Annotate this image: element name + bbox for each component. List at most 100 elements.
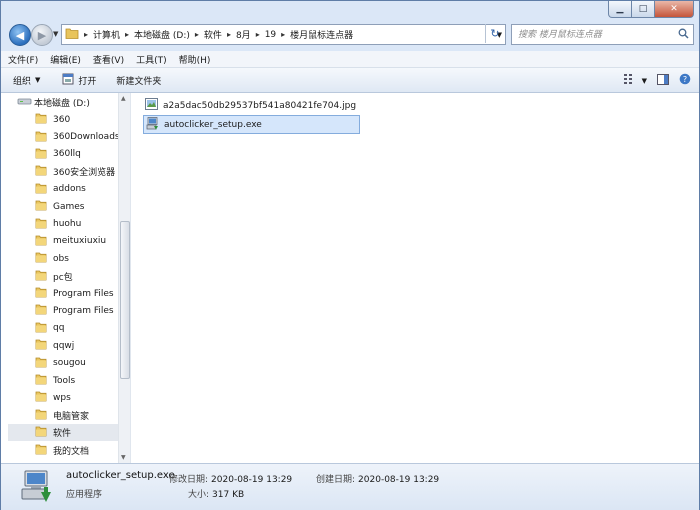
tree-item-label: 360llq <box>53 149 81 160</box>
installer-icon <box>146 116 159 133</box>
folder-icon <box>35 199 47 214</box>
recent-pages-dropdown[interactable]: ▼ <box>53 30 58 38</box>
preview-pane-icon[interactable] <box>657 73 669 88</box>
close-button[interactable]: ✕ <box>655 1 694 18</box>
tree-item-folder[interactable]: 360Downloads <box>8 128 120 145</box>
breadcrumb-item[interactable]: 8月 <box>236 28 251 41</box>
organize-label: 组织 <box>13 76 32 87</box>
view-options-chevron-icon[interactable]: ▼ <box>642 77 647 85</box>
breadcrumb-item[interactable]: 计算机 <box>93 28 120 41</box>
installer-large-icon <box>19 468 55 507</box>
minimize-button[interactable]: ▁ <box>608 1 632 18</box>
tree-item-folder[interactable]: Program Files <box>8 302 118 319</box>
menu-tools[interactable]: 工具(T) <box>136 53 167 66</box>
tree-item-folder[interactable]: qqwj <box>8 337 118 354</box>
search-icon[interactable] <box>678 28 689 42</box>
details-created: 创建日期: 2020-08-19 13:29 <box>316 472 439 485</box>
menu-file[interactable]: 文件(F) <box>8 53 38 66</box>
tree-item-folder[interactable]: 360安全浏览器 <box>8 163 118 180</box>
search-input[interactable] <box>516 28 670 41</box>
tree-item-folder[interactable]: sougou <box>8 354 118 371</box>
refresh-button[interactable]: ↻ <box>485 24 504 43</box>
tree-item-folder[interactable]: Games <box>8 198 118 215</box>
tree-item-folder[interactable]: pc包 <box>8 268 118 285</box>
tree-item-folder[interactable]: Program Files <box>8 285 118 302</box>
breadcrumb-chevron-icon[interactable]: ▸ <box>256 30 260 39</box>
folder-icon <box>35 390 47 405</box>
tree-item-folder[interactable]: Tools <box>8 372 118 389</box>
navigation-row: ◀ ▶ ▼ ▸ 计算机 ▸ 本地磁盘 (D:) ▸ 软件 ▸ 8月 ▸ 19 ▸ 楼月鼠标连点器 ▼ … <box>1 23 699 47</box>
tree-item-label: Games <box>53 201 85 212</box>
menu-bar: 文件(F) 编辑(E) 查看(V) 工具(T) 帮助(H) <box>1 51 699 68</box>
folder-icon <box>35 217 47 232</box>
scroll-up-icon[interactable]: ▲ <box>121 95 126 102</box>
forward-button[interactable]: ▶ <box>31 24 53 46</box>
tree-item-drive-d[interactable]: 本地磁盘 (D:) <box>8 94 118 111</box>
tree-item-folder[interactable]: 我的文档 <box>8 441 118 458</box>
tree-item-folder[interactable]: 360llq <box>8 146 118 163</box>
scroll-down-icon[interactable]: ▼ <box>121 454 126 461</box>
breadcrumb-chevron-icon[interactable]: ▸ <box>281 30 285 39</box>
file-name: a2a5dac50db29537bf541a80421fe704.jpg <box>163 100 357 111</box>
breadcrumb: ▸ 计算机 ▸ 本地磁盘 (D:) ▸ 软件 ▸ 8月 ▸ 19 ▸ 楼月鼠标连点器 <box>79 28 353 42</box>
breadcrumb-item[interactable]: 软件 <box>204 28 222 41</box>
help-icon[interactable]: ? <box>679 73 691 88</box>
breadcrumb-item[interactable]: 本地磁盘 (D:) <box>134 28 190 41</box>
breadcrumb-chevron-icon[interactable]: ▸ <box>84 30 88 39</box>
folder-icon <box>35 303 47 318</box>
folder-icon <box>35 164 47 179</box>
folder-icon <box>35 147 47 162</box>
breadcrumb-chevron-icon[interactable]: ▸ <box>195 30 199 39</box>
folder-icon <box>35 356 47 371</box>
file-item[interactable]: autoclicker_setup.exe <box>143 115 361 134</box>
breadcrumb-item[interactable]: 楼月鼠标连点器 <box>290 28 353 41</box>
tree-item-label: 软件 <box>53 429 72 440</box>
details-pane: autoclicker_setup.exe 应用程序 修改日期: 2020-08-… <box>1 463 699 510</box>
scroll-thumb[interactable] <box>120 221 130 379</box>
modified-value: 2020-08-19 13:29 <box>211 475 293 485</box>
breadcrumb-chevron-icon[interactable]: ▸ <box>227 30 231 39</box>
open-button[interactable]: 打开 <box>62 73 96 88</box>
folder-icon <box>65 27 79 42</box>
tree-item-folder[interactable]: 360 <box>8 111 118 128</box>
tree-item-label: Program Files <box>53 305 114 316</box>
tree-item-folder[interactable]: 电脑管家 <box>8 407 118 424</box>
menu-edit[interactable]: 编辑(E) <box>50 53 81 66</box>
tree-item-folder[interactable]: huohu <box>8 215 118 232</box>
tree-item-folder[interactable]: meituxiuxiu <box>8 233 118 250</box>
address-bar[interactable]: ▸ 计算机 ▸ 本地磁盘 (D:) ▸ 软件 ▸ 8月 ▸ 19 ▸ 楼月鼠标连点器 ▼ <box>61 24 506 45</box>
nav-scrollbar[interactable]: ▲ ▼ <box>118 93 130 463</box>
tree-item-folder[interactable]: addons <box>8 181 118 198</box>
back-button[interactable]: ◀ <box>9 24 31 46</box>
details-size: 大小: 317 KB <box>188 487 244 500</box>
change-view-icon[interactable] <box>623 74 636 87</box>
folder-icon <box>35 286 47 301</box>
chevron-down-icon: ▼ <box>35 76 41 84</box>
folder-icon <box>35 373 47 388</box>
folder-icon <box>35 251 47 266</box>
menu-view[interactable]: 查看(V) <box>93 53 124 66</box>
tree-item-label: pc包 <box>53 272 73 283</box>
breadcrumb-item[interactable]: 19 <box>265 30 276 40</box>
folder-icon <box>35 338 47 353</box>
menu-help[interactable]: 帮助(H) <box>179 53 211 66</box>
created-label: 创建日期: <box>316 475 356 485</box>
tree-item-folder[interactable]: 软件 <box>8 424 118 442</box>
folder-icon <box>35 408 47 423</box>
tree-item-folder[interactable]: wps <box>8 389 118 406</box>
folder-icon <box>35 182 47 197</box>
organize-button[interactable]: 组织 ▼ <box>13 74 40 87</box>
command-bar: 组织 ▼ 打开 新建文件夹 ▼ ? <box>1 68 699 93</box>
tree-item-folder[interactable]: qq <box>8 320 118 337</box>
file-item[interactable]: a2a5dac50db29537bf541a80421fe704.jpg <box>143 97 360 114</box>
new-folder-button[interactable]: 新建文件夹 <box>116 74 161 87</box>
tree-item-label: 360安全浏览器 <box>53 168 116 179</box>
maximize-button[interactable]: □ <box>632 1 655 18</box>
tree-item-label: 360 <box>53 114 71 125</box>
tree-item-folder[interactable]: obs <box>8 250 118 267</box>
tree-item-label: obs <box>53 253 69 264</box>
folder-icon <box>35 234 47 249</box>
drive-label: 本地磁盘 (D:) <box>34 99 90 109</box>
folder-icon <box>35 321 47 336</box>
breadcrumb-chevron-icon[interactable]: ▸ <box>125 30 129 39</box>
